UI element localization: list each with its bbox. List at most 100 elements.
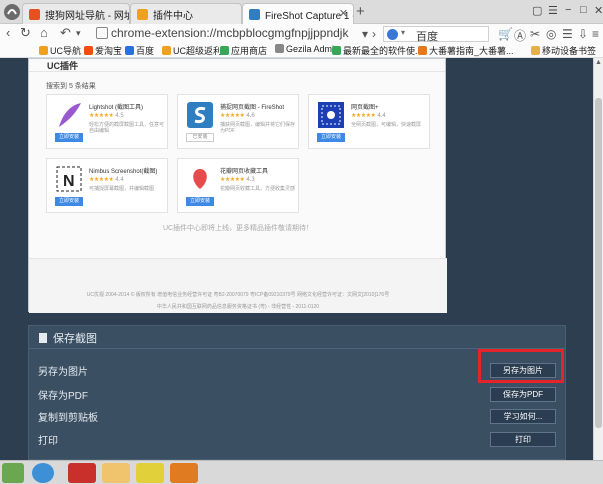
mobile-bookmarks[interactable]: 移动设备书签 — [531, 44, 596, 57]
uc-nav-icon — [39, 46, 48, 55]
nimbus-n-icon: N — [56, 166, 82, 192]
more-plugins-text: UC插件中心即将上线，更多精品插件敬请期待！ — [162, 225, 314, 232]
download-icon[interactable]: ⇩ — [578, 27, 588, 41]
bookmark-uc-rebate[interactable]: UC超级返利 — [162, 44, 222, 57]
scissors-icon[interactable]: ✂ — [530, 27, 540, 41]
search-input[interactable]: ▾ 百度 — [383, 26, 489, 43]
svg-text:N: N — [63, 173, 75, 190]
tab-plugin-center[interactable]: 插件中心 — [130, 3, 242, 24]
screenshot-preview: UC插件 搜索到 5 条结果 立即安装 Lightshot (截图工具) ★★★… — [28, 58, 447, 313]
footer-copyright: UC优视 2004-2014 © 版权所有 增值电信业务经营许可证 粤B2-20… — [86, 292, 390, 298]
dafanshu-icon — [418, 46, 427, 55]
search-engine-label: 百度 — [416, 31, 438, 43]
qq-icon[interactable] — [102, 463, 130, 483]
ie-icon[interactable] — [32, 463, 54, 483]
bookmark-app-store[interactable]: 应用商店 — [220, 44, 267, 57]
install-button[interactable]: 立即安装 — [186, 197, 214, 206]
dropdown-chevron-icon[interactable]: ▾ — [362, 27, 368, 41]
print-button[interactable]: 打印 — [490, 432, 556, 447]
sogou-icon — [29, 9, 40, 20]
uc-browser-logo-icon — [4, 4, 20, 20]
fireshot-icon — [249, 9, 260, 20]
uc-rebate-icon — [162, 46, 171, 55]
plugin-name: Lightshot (截图工具) — [89, 105, 144, 111]
bookmark-software[interactable]: 最新最全的软件使... — [332, 44, 423, 57]
camera-icon[interactable]: ◎ — [546, 27, 556, 41]
install-button[interactable]: 立即安装 — [55, 197, 83, 206]
tab-label: 搜狗网址导航 - 网址大全 — [45, 11, 129, 22]
restore-icon[interactable]: ▢ — [532, 4, 542, 17]
fireshot-s-icon — [187, 102, 213, 128]
bookmark-aitaobao[interactable]: 爱淘宝 — [84, 44, 122, 57]
plugin-rating: ★★★★★ 4.6 — [220, 113, 255, 119]
cart-icon[interactable]: 🛒 — [498, 27, 513, 41]
scrollbar-thumb[interactable] — [595, 98, 602, 428]
tab-bar: 搜狗网址导航 - 网址大全 插件中心 FireShot Capture 1 - … — [0, 0, 603, 24]
tab-fireshot[interactable]: FireShot Capture 1 - 插件中心 ✕ — [242, 3, 354, 24]
chevron-down-icon: ▾ — [401, 28, 406, 37]
plugin-desc: 可捕捉屏幕截图，并编辑截图 — [89, 186, 155, 192]
bookmark-dafanshu[interactable]: 大番薯指南_大番薯... — [418, 44, 514, 57]
plugin-icon — [137, 9, 148, 20]
save-as-pdf-button[interactable]: 保存为PDF — [490, 387, 556, 402]
result-count: 搜索到 5 条结果 — [46, 83, 96, 90]
installed-button[interactable]: 已安装 — [186, 133, 214, 142]
plugin-card: 立即安装 花瓣网页收藏工具 ★★★★★ 4.3 花瓣网页收藏工具，方便收集灵感 — [177, 158, 299, 213]
learn-how-button[interactable]: 学习如何... — [490, 409, 556, 424]
refresh-icon[interactable]: ↻ — [20, 25, 31, 41]
chevron-down-icon[interactable]: ▾ — [76, 28, 81, 39]
translate-icon[interactable]: Ⓐ — [514, 27, 526, 44]
url-field[interactable]: chrome-extension://mcbpblocgmgfnpjjppndj… — [96, 26, 359, 42]
notepad-icon[interactable] — [136, 463, 164, 483]
back-icon[interactable]: ‹ — [6, 25, 10, 40]
search-engine-icon — [387, 29, 398, 40]
lightshot-feather-icon — [59, 103, 81, 127]
plugin-card: 已安装 捕捉网页截图 - FireShot ★★★★★ 4.6 捕获网页截图，编辑… — [177, 94, 299, 149]
install-button[interactable]: 立即安装 — [317, 133, 345, 142]
save-screenshot-panel: 保存截图 另存为图片 另存为图片 保存为PDF 保存为PDF 复制到剪贴板 学习… — [28, 325, 566, 460]
page-scrollbar[interactable]: ▲ — [593, 58, 603, 460]
address-bar: ‹ ↻ ⌂ ↶ ▾ chrome-extension://mcbpblocgmg… — [0, 24, 603, 44]
baidu-icon — [125, 46, 134, 55]
install-button[interactable]: 立即安装 — [55, 133, 83, 142]
url-text: chrome-extension://mcbpblocgmgfnpjjppndj… — [111, 26, 349, 40]
software-icon — [332, 46, 341, 55]
menu-icon[interactable]: ≡ — [592, 27, 599, 41]
taobao-icon — [84, 46, 93, 55]
plugin-card: 立即安装 Lightshot (截图工具) ★★★★★ 4.5 轻松方便的截屏截图… — [46, 94, 168, 149]
forward-icon[interactable]: › — [372, 27, 376, 41]
app-store-icon — [220, 46, 229, 55]
plugin-card: N 立即安装 Nimbus Screenshot(截图) ★★★★★ 4.4 可捕… — [46, 158, 168, 213]
bookmark-uc-nav[interactable]: UC导航 — [39, 44, 81, 57]
bookmark-gezila[interactable]: Gezila Admin — [275, 44, 339, 54]
plugin-rating: ★★★★★ 4.3 — [220, 177, 255, 183]
fox-icon[interactable] — [170, 463, 198, 483]
scroll-up-icon[interactable]: ▲ — [595, 59, 602, 66]
new-tab-button[interactable]: + — [356, 3, 365, 20]
close-icon[interactable]: ✕ — [339, 7, 348, 20]
bookmark-baidu[interactable]: 百度 — [125, 44, 154, 57]
panel-title: 保存截图 — [39, 330, 97, 346]
plugin-name: Nimbus Screenshot(截图) — [89, 169, 158, 175]
save-as-image-label: 另存为图片 — [38, 367, 88, 378]
plugin-rating: ★★★★★ 4.4 — [351, 113, 386, 119]
plugin-name: 捕捉网页截图 - FireShot — [220, 105, 285, 111]
tab-sogou[interactable]: 搜狗网址导航 - 网址大全 — [22, 3, 130, 24]
bookmark-bar: UC导航 爱淘宝 百度 UC超级返利 应用商店 Gezila Admin 最新最… — [0, 44, 603, 58]
minimize-icon[interactable]: − — [565, 4, 571, 16]
skin-icon[interactable]: ☰ — [548, 4, 558, 17]
home-icon[interactable]: ⌂ — [40, 25, 48, 40]
preview-footer: UC优视 2004-2014 © 版权所有 增值电信业务经营许可证 粤B2-20… — [29, 258, 447, 313]
undo-icon[interactable]: ↶ — [60, 25, 71, 41]
page-icon — [96, 27, 108, 39]
page-icon — [275, 44, 284, 53]
list-icon[interactable]: ☰ — [562, 27, 573, 41]
plugin-name: 网页截图+ — [351, 105, 379, 111]
save-as-pdf-label: 保存为PDF — [38, 391, 88, 402]
filezilla-icon[interactable] — [68, 463, 96, 483]
close-window-icon[interactable]: ✕ — [594, 4, 603, 17]
start-icon[interactable] — [2, 463, 24, 483]
maximize-icon[interactable]: □ — [580, 4, 587, 16]
copy-to-clipboard-label: 复制到剪贴板 — [38, 413, 98, 424]
panel-title-text: 保存截图 — [53, 333, 97, 345]
